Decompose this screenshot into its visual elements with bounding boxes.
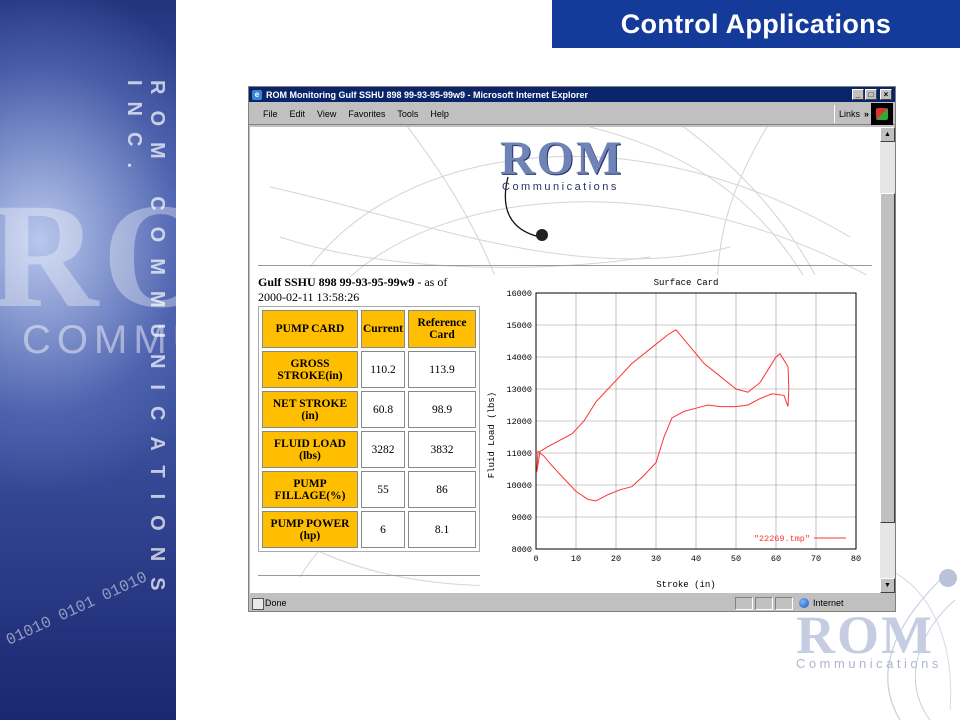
scroll-down-icon[interactable]: ▼ [880, 578, 895, 593]
y-tick-label: 12000 [506, 417, 532, 427]
x-tick-label: 80 [851, 554, 861, 564]
status-cell [775, 596, 793, 610]
minimize-button[interactable]: _ [852, 89, 864, 100]
menu-file[interactable]: File [249, 109, 284, 119]
x-tick-label: 0 [533, 554, 538, 564]
row-current: 60.8 [361, 391, 405, 428]
y-tick-label: 8000 [512, 545, 532, 555]
row-label: FLUID LOAD (lbs) [262, 431, 358, 468]
row-reference: 98.9 [408, 391, 476, 428]
page-content: ROM Communications Gulf SSHU 898 99-93-9… [250, 127, 880, 593]
surface-card-chart: Surface Card Fluid Load (lbs) Stroke (in… [480, 275, 872, 589]
divider-bottom [258, 575, 480, 576]
x-tick-label: 30 [651, 554, 661, 564]
x-tick-label: 10 [571, 554, 581, 564]
browser-window: e ROM Monitoring Gulf SSHU 898 99-93-95-… [248, 86, 896, 612]
table-row: PUMP FILLAGE(%) 55 86 [262, 471, 476, 508]
links-label: Links [838, 109, 860, 119]
row-label: PUMP FILLAGE(%) [262, 471, 358, 508]
scroll-up-icon[interactable]: ▲ [880, 127, 895, 142]
links-toolbar[interactable]: Links » [833, 105, 869, 123]
row-label: NET STROKE (in) [262, 391, 358, 428]
browser-titlebar[interactable]: e ROM Monitoring Gulf SSHU 898 99-93-95-… [249, 87, 895, 102]
x-tick-label: 20 [611, 554, 621, 564]
rom-logo: ROM Communications [500, 132, 650, 247]
divider-top [258, 265, 872, 266]
header-pump-card: PUMP CARD [262, 310, 358, 348]
table-header-row: PUMP CARD Current Reference Card [262, 310, 476, 348]
y-tick-label: 13000 [506, 385, 532, 395]
y-tick-label: 16000 [506, 289, 532, 299]
y-tick-label: 10000 [506, 481, 532, 491]
row-current: 3282 [361, 431, 405, 468]
legend-label: "22269.tmp" [754, 534, 810, 544]
maximize-button[interactable]: □ [865, 89, 877, 100]
table-row: FLUID LOAD (lbs) 3282 3832 [262, 431, 476, 468]
scroll-thumb[interactable] [880, 193, 895, 523]
row-reference: 113.9 [408, 351, 476, 388]
y-tick-label: 9000 [512, 513, 532, 523]
rom-logo-text: ROM [500, 132, 624, 185]
chart-title: Surface Card [654, 278, 719, 288]
x-tick-label: 40 [691, 554, 701, 564]
links-chevron-icon[interactable]: » [864, 109, 869, 119]
security-zone: Internet [795, 598, 844, 608]
table-row: PUMP POWER (hp) 6 8.1 [262, 511, 476, 548]
row-current: 55 [361, 471, 405, 508]
status-cell [735, 596, 753, 610]
table-row: NET STROKE (in) 60.8 98.9 [262, 391, 476, 428]
y-tick-label: 14000 [506, 353, 532, 363]
status-cell [755, 596, 773, 610]
globe-icon [799, 598, 809, 608]
well-info-heading: Gulf SSHU 898 99-93-95-99w9 - as of 2000… [258, 275, 488, 305]
menu-tools[interactable]: Tools [391, 109, 424, 119]
pump-card-table: PUMP CARD Current Reference Card GROSS S… [258, 306, 480, 552]
x-tick-label: 60 [771, 554, 781, 564]
row-reference: 3832 [408, 431, 476, 468]
y-tick-label: 15000 [506, 321, 532, 331]
slide-left-panel: ROM COMMU ROM COMMUNICATIONS INC. 01010 … [0, 0, 176, 720]
row-label: PUMP POWER (hp) [262, 511, 358, 548]
menu-view[interactable]: View [311, 109, 342, 119]
chart-ylabel: Fluid Load (lbs) [487, 392, 497, 478]
menu-edit[interactable]: Edit [284, 109, 312, 119]
menu-bar: File Edit View Favorites Tools Help [249, 103, 895, 125]
as-of-label: - as of [414, 275, 448, 289]
y-tick-label: 11000 [506, 449, 532, 459]
status-text: Done [249, 598, 735, 610]
menu-favorites[interactable]: Favorites [342, 109, 391, 119]
browser-title: ROM Monitoring Gulf SSHU 898 99-93-95-99… [266, 89, 589, 100]
zone-label: Internet [813, 598, 844, 608]
row-reference: 8.1 [408, 511, 476, 548]
vertical-scrollbar[interactable]: ▲ ▼ [880, 127, 895, 593]
row-label: GROSS STROKE(in) [262, 351, 358, 388]
x-tick-label: 70 [811, 554, 821, 564]
header-reference-card: Reference Card [408, 310, 476, 348]
row-current: 110.2 [361, 351, 405, 388]
timestamp: 2000-02-11 13:58:26 [258, 290, 360, 304]
status-bar: Done Internet [249, 595, 895, 611]
header-current: Current [361, 310, 405, 348]
corner-logo-ball-icon [939, 569, 957, 587]
table-row: GROSS STROKE(in) 110.2 113.9 [262, 351, 476, 388]
row-reference: 86 [408, 471, 476, 508]
menu-help[interactable]: Help [424, 109, 455, 119]
close-button[interactable]: × [880, 89, 892, 100]
chart-xlabel: Stroke (in) [656, 580, 715, 589]
well-name: Gulf SSHU 898 99-93-95-99w9 [258, 275, 415, 289]
windows-logo-icon [871, 103, 893, 125]
corner-logo-subtext: Communications [796, 656, 942, 671]
rom-logo-subtext: Communications [502, 181, 619, 193]
slide-title: Control Applications [552, 0, 960, 48]
x-tick-label: 50 [731, 554, 741, 564]
ie-logo-icon: e [252, 89, 262, 100]
row-current: 6 [361, 511, 405, 548]
